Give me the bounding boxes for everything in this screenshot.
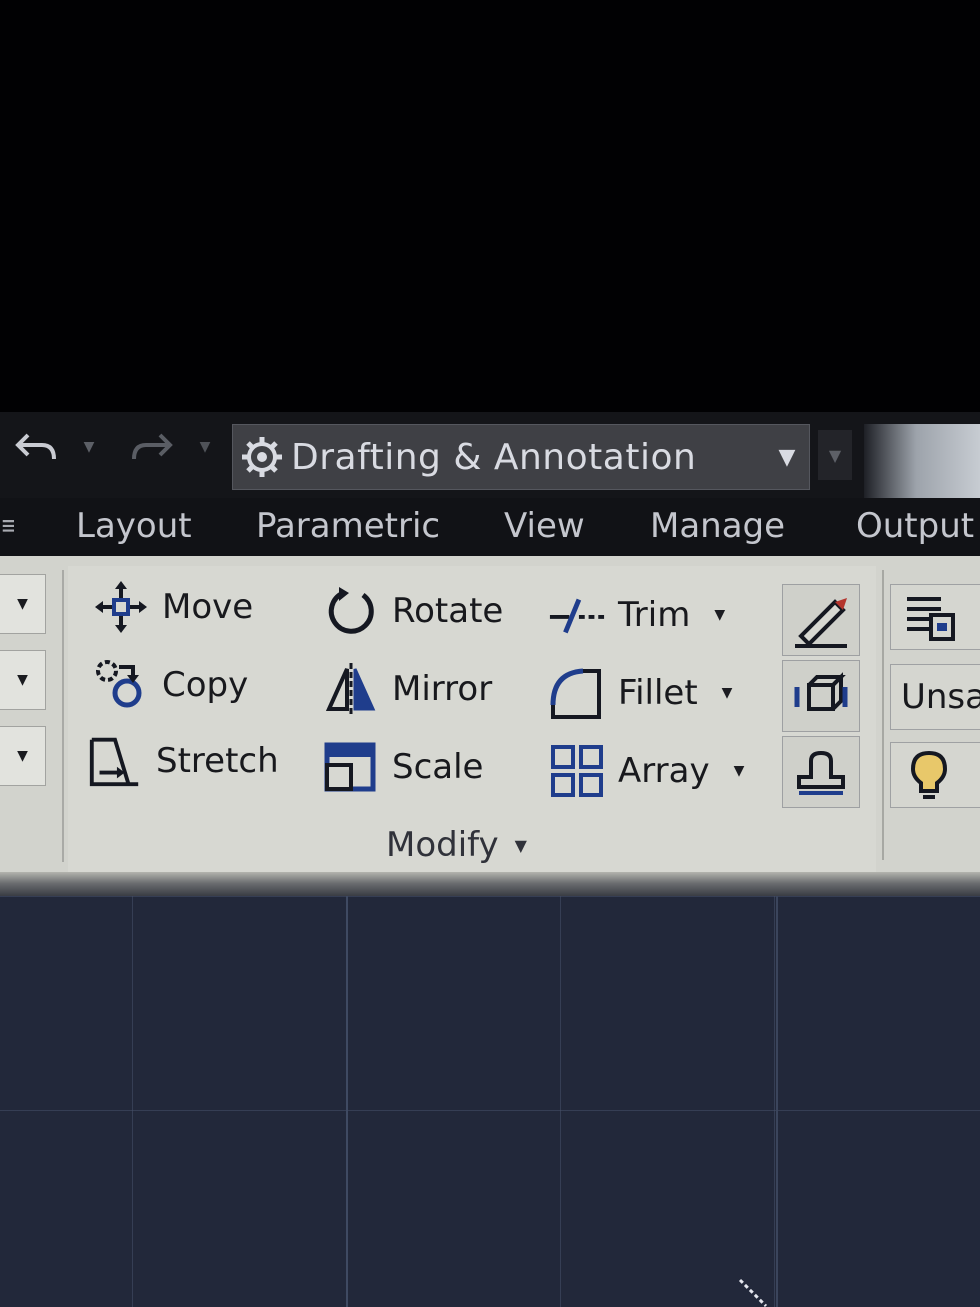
chevron-down-icon[interactable]: ▼ [765, 445, 809, 470]
chevron-down-icon: ▼ [514, 835, 527, 855]
scale-icon [322, 738, 380, 796]
array-label: Array [618, 751, 710, 791]
modify-panel-title[interactable]: Modify ▼ [386, 820, 527, 870]
scale-label: Scale [392, 747, 484, 787]
move-icon [92, 578, 150, 636]
copy-button[interactable]: Copy [92, 652, 248, 718]
tab-output[interactable]: Output [856, 500, 974, 552]
grid-line [346, 896, 348, 1307]
screen-dark-area [0, 0, 980, 412]
copy-label: Copy [162, 665, 249, 705]
layer-properties-button[interactable] [890, 584, 980, 650]
lightbulb-icon [910, 750, 948, 799]
array-icon [548, 742, 606, 800]
crosshair-cursor-icon [738, 1278, 768, 1307]
layer-state-label: Unsa [901, 677, 980, 717]
drawing-canvas[interactable] [0, 896, 980, 1307]
redo-icon [132, 433, 173, 460]
scale-button[interactable]: Scale [322, 734, 483, 800]
undo-button[interactable] [10, 424, 62, 470]
redo-button[interactable] [126, 424, 178, 470]
modify-title-label: Modify [386, 825, 499, 865]
array-button[interactable]: Array ▼ [548, 738, 744, 804]
undo-dropdown-icon[interactable]: ▼ [74, 424, 104, 470]
tab-view[interactable]: View [504, 500, 585, 552]
draw-panel-partial: ▼ ▼ ▼ [0, 566, 48, 798]
layer-icon [907, 597, 955, 641]
rotate-button[interactable]: Rotate [322, 578, 503, 644]
rotate-label: Rotate [392, 591, 504, 631]
chevron-down-icon[interactable]: ▼ [0, 574, 46, 634]
layer-on-off-button[interactable] [890, 742, 980, 808]
layer-state-dropdown[interactable]: Unsa [890, 664, 980, 730]
block-button[interactable] [782, 660, 860, 732]
edit-attribute-button[interactable] [782, 736, 860, 808]
fillet-label: Fillet [618, 673, 698, 713]
trim-label: Trim [618, 595, 691, 635]
stretch-label: Stretch [156, 741, 279, 781]
redo-dropdown-icon[interactable]: ▼ [190, 424, 220, 470]
workspace-switcher[interactable]: Drafting & Annotation ▼ [232, 424, 810, 490]
stretch-icon [86, 732, 144, 790]
block-icon [794, 672, 848, 711]
title-bar-glare [864, 424, 980, 498]
mirror-label: Mirror [392, 669, 493, 709]
mirror-icon [322, 660, 380, 718]
chevron-down-icon[interactable]: ▼ [722, 685, 733, 701]
customize-toolbar-icon[interactable]: ▼ [818, 430, 852, 480]
chevron-down-icon[interactable]: ▼ [714, 607, 725, 623]
mirror-button[interactable]: Mirror [322, 656, 492, 722]
fillet-button[interactable]: Fillet ▼ [548, 660, 732, 726]
workspace-label: Drafting & Annotation [291, 436, 697, 478]
chevron-down-icon[interactable]: ▼ [734, 763, 745, 779]
undo-icon [15, 433, 56, 460]
chevron-down-icon[interactable]: ▼ [0, 726, 46, 786]
grid-line [776, 896, 778, 1307]
stretch-button[interactable]: Stretch [86, 728, 279, 794]
move-button[interactable]: Move [92, 574, 253, 640]
chevron-down-icon[interactable]: ▼ [0, 650, 46, 710]
gear-icon [233, 428, 291, 486]
rotate-icon [322, 582, 380, 640]
tab-layout[interactable]: Layout [76, 500, 192, 552]
copy-icon [92, 656, 150, 714]
fillet-icon [548, 664, 606, 722]
edit-icon [797, 750, 845, 795]
panel-divider [62, 570, 64, 862]
tab-parametric[interactable]: Parametric [256, 500, 440, 552]
trim-icon [548, 586, 606, 644]
trim-button[interactable]: Trim ▼ [548, 582, 725, 648]
tab-manage[interactable]: Manage [650, 500, 785, 552]
pencil-icon [795, 598, 847, 648]
move-label: Move [162, 587, 254, 627]
tab-home-partial[interactable]: ≡ [0, 500, 14, 552]
draw-order-button[interactable] [782, 584, 860, 656]
panel-divider [882, 570, 884, 860]
